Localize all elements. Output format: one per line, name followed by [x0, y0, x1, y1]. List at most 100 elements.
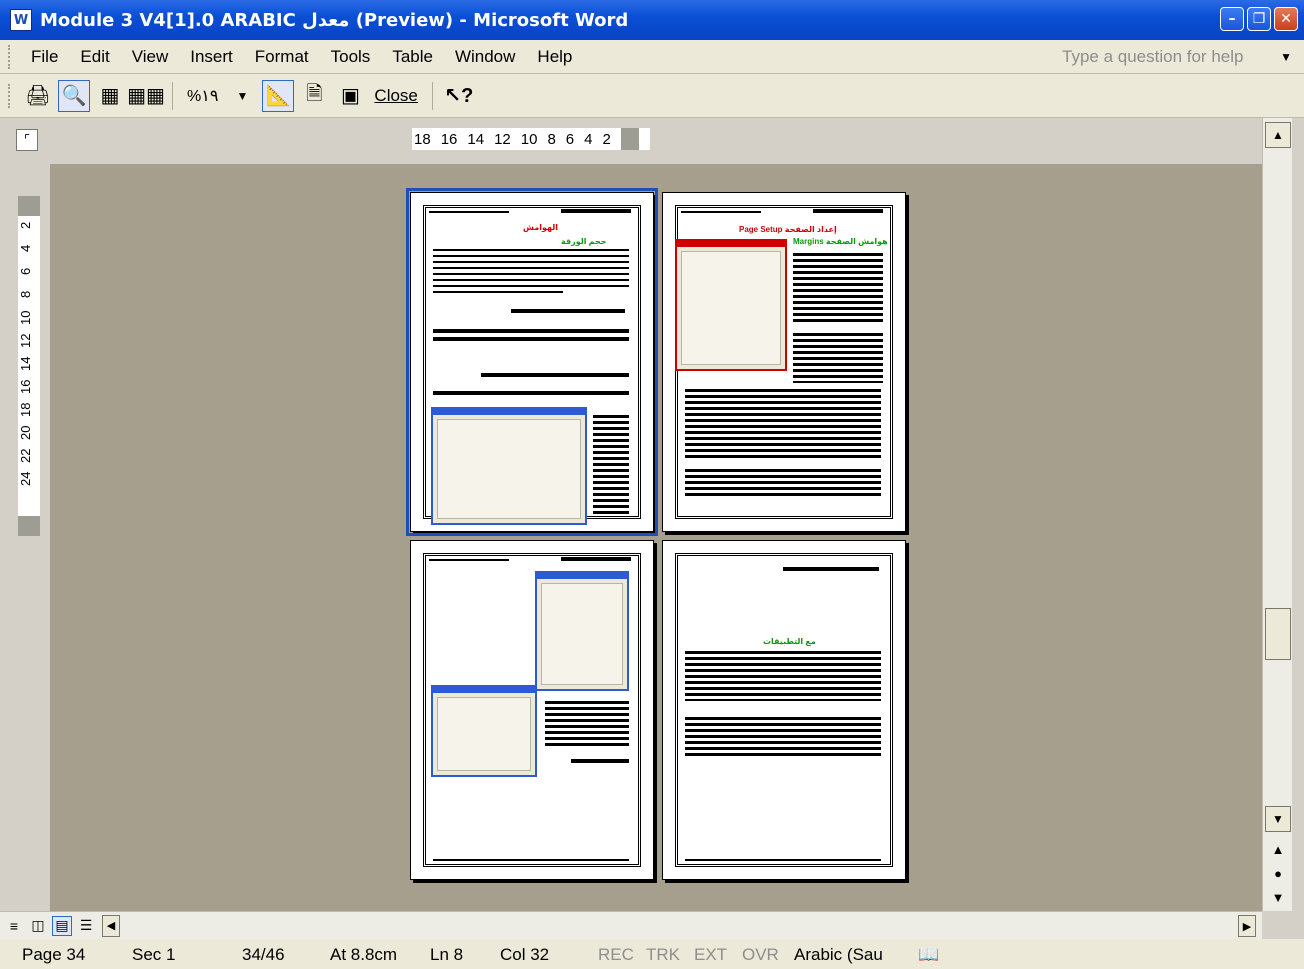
- ruler-tick: 10: [520, 130, 538, 148]
- window-controls: – ❐ ✕: [1220, 7, 1298, 31]
- preview-page[interactable]: الهوامش حجم الورقة: [406, 188, 658, 536]
- ruler-tick: 14: [18, 356, 33, 371]
- preview-page[interactable]: مع التطبيقات: [662, 540, 906, 880]
- page-subheading: مع التطبيقات: [763, 637, 816, 646]
- menu-grip[interactable]: [8, 44, 12, 69]
- menu-file[interactable]: File: [20, 47, 69, 67]
- menu-bar: File Edit View Insert Format Tools Table…: [0, 40, 1304, 74]
- header-line: [561, 557, 631, 561]
- text-column: [545, 701, 629, 747]
- dialog-titlebar: [677, 241, 785, 247]
- text-line: [433, 261, 629, 263]
- spelling-status-icon[interactable]: 📖: [918, 945, 939, 965]
- maximize-button[interactable]: ❐: [1247, 7, 1271, 31]
- vertical-ruler[interactable]: 2 4 6 8 10 12 14 16 18 20 22 24: [0, 164, 50, 911]
- dialog-body: [437, 419, 581, 519]
- status-column: Col 32: [500, 945, 550, 964]
- menu-window[interactable]: Window: [444, 47, 526, 67]
- status-ovr[interactable]: OVR: [742, 945, 779, 965]
- dialog-screenshot: [431, 685, 537, 777]
- multiple-pages-icon[interactable]: ▦▦: [127, 80, 165, 112]
- text-line: [433, 255, 629, 257]
- footer-line: [433, 859, 629, 861]
- print-layout-icon[interactable]: ▤: [52, 915, 72, 936]
- menu-table[interactable]: Table: [381, 47, 444, 67]
- header-line: [783, 567, 879, 571]
- previous-page-icon[interactable]: ▲: [1265, 838, 1291, 860]
- scroll-thumb[interactable]: [1265, 608, 1291, 660]
- text-line: [433, 249, 629, 251]
- text-line: [433, 279, 629, 281]
- page-subheading: حجم الورقة: [561, 237, 607, 246]
- zoom-select[interactable]: %١٩: [187, 86, 218, 106]
- minimize-button[interactable]: –: [1220, 7, 1244, 31]
- status-language[interactable]: Arabic (Sau: [794, 945, 883, 965]
- next-page-icon[interactable]: ▼: [1265, 886, 1291, 908]
- dialog-screenshot: [535, 571, 629, 691]
- preview-page[interactable]: [410, 540, 654, 880]
- close-window-button[interactable]: ✕: [1274, 7, 1298, 31]
- print-icon[interactable]: 🖨: [22, 80, 54, 112]
- text-column: [793, 333, 883, 383]
- bottom-margin-marker[interactable]: [18, 516, 40, 536]
- right-margin-marker[interactable]: [620, 128, 639, 150]
- tab-selector[interactable]: ⌜: [16, 129, 38, 151]
- text-line: [433, 329, 629, 333]
- page-heading: Page Setup إعداد الصفحة: [739, 225, 837, 234]
- zoom-dropdown-icon[interactable]: ▼: [226, 80, 258, 112]
- full-screen-icon[interactable]: ▣: [334, 80, 366, 112]
- menu-view[interactable]: View: [121, 47, 180, 67]
- header-line: [813, 209, 883, 213]
- help-search-input[interactable]: Type a question for help: [1056, 44, 1266, 70]
- close-preview-button[interactable]: Close: [374, 86, 417, 106]
- preview-page[interactable]: Page Setup إعداد الصفحة Margins هوامش ال…: [662, 192, 906, 532]
- status-ext[interactable]: EXT: [694, 945, 727, 965]
- web-layout-icon[interactable]: ◫: [28, 916, 48, 936]
- help-dropdown-icon[interactable]: ▼: [1280, 50, 1292, 64]
- dialog-titlebar: [433, 409, 585, 415]
- dialog-body: [681, 251, 781, 365]
- text-line: [511, 309, 625, 313]
- title-bar: W Module 3 V4[1].0 ARABIC معدل (Preview)…: [0, 0, 1304, 40]
- horizontal-scrollbar[interactable]: ≡ ◫ ▤ ☰ ◀ ▶: [0, 911, 1262, 939]
- word-app-icon[interactable]: W: [10, 9, 32, 31]
- one-page-icon[interactable]: ▦: [94, 80, 126, 112]
- status-position: At 8.8cm: [330, 945, 398, 964]
- vertical-scrollbar[interactable]: ▲ ▼ ▲ ● ▼: [1262, 118, 1292, 911]
- status-trk[interactable]: TRK: [646, 945, 680, 965]
- toolbar-grip[interactable]: [8, 83, 12, 108]
- scroll-right-button[interactable]: ▶: [1238, 915, 1256, 937]
- scroll-left-button[interactable]: ◀: [102, 914, 120, 937]
- view-ruler-icon[interactable]: 📐: [262, 79, 295, 112]
- text-block: [685, 651, 881, 701]
- normal-view-icon[interactable]: ≡: [4, 916, 24, 936]
- context-help-icon[interactable]: ↖?: [443, 80, 475, 112]
- status-page: Page 34: [22, 945, 86, 964]
- dialog-titlebar: [433, 687, 535, 693]
- page-setup-screenshot: [675, 239, 787, 371]
- status-rec[interactable]: REC: [598, 945, 634, 965]
- top-margin-marker[interactable]: [18, 196, 40, 216]
- text-line: [433, 285, 629, 287]
- toolbar-separator: [172, 81, 173, 110]
- horizontal-ruler[interactable]: 18 16 14 12 10 8 6 4 2: [412, 128, 650, 150]
- menu-insert[interactable]: Insert: [179, 47, 244, 67]
- browse-object-icon[interactable]: ●: [1265, 862, 1291, 884]
- magnifier-icon[interactable]: 🔍: [58, 79, 90, 112]
- ruler-tick: 4: [18, 244, 33, 253]
- ruler-tick: 4: [584, 130, 593, 148]
- shrink-to-fit-icon[interactable]: 🗎: [298, 80, 330, 112]
- menu-format[interactable]: Format: [244, 47, 320, 67]
- preview-workspace[interactable]: الهوامش حجم الورقة Page Setup إعداد الصف…: [50, 164, 1262, 911]
- menu-edit[interactable]: Edit: [69, 47, 120, 67]
- ruler-tick: 6: [18, 267, 33, 276]
- ruler-tick: 12: [494, 130, 511, 148]
- outline-view-icon[interactable]: ☰: [76, 916, 96, 936]
- text-column: [793, 253, 883, 323]
- text-line: [571, 759, 629, 763]
- menu-help[interactable]: Help: [526, 47, 583, 67]
- menu-tools[interactable]: Tools: [320, 47, 382, 67]
- scroll-up-button[interactable]: ▲: [1265, 122, 1291, 148]
- scroll-down-button[interactable]: ▼: [1265, 806, 1291, 832]
- dialog-screenshot: [431, 407, 587, 525]
